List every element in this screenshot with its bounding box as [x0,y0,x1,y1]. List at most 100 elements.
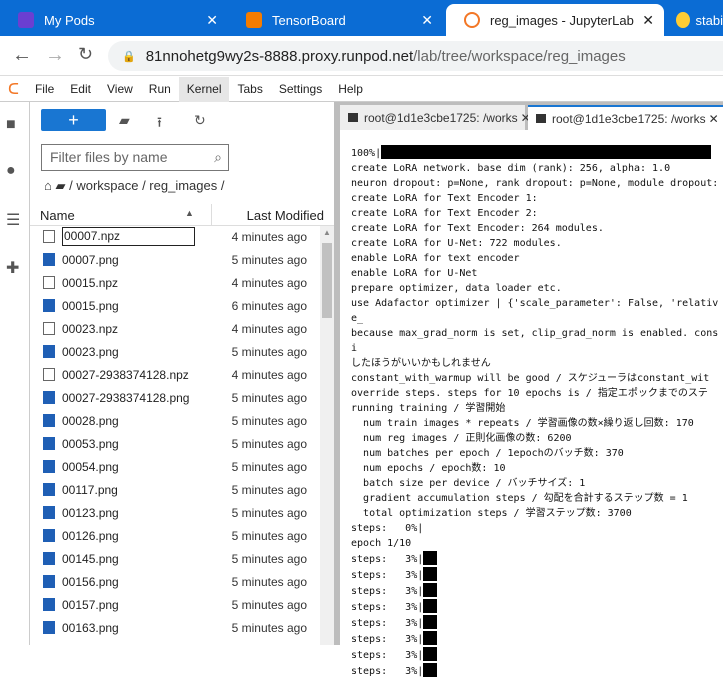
sort-ascending-icon: ▲ [185,208,194,218]
file-icon [43,230,55,243]
file-name: 00027-2938374128.npz [62,368,189,382]
terminal-line: constant_with_warmup will be good / スケジュ… [351,373,710,384]
menu-edit[interactable]: Edit [62,77,99,102]
file-row[interactable]: 00054.png 5 minutes ago [30,456,320,479]
menu-file[interactable]: File [27,77,62,102]
file-row[interactable]: 00145.png 5 minutes ago [30,548,320,571]
terminal-panel: root@1d1e3cbe1725: /works ✕ root@1d1e3cbe… [340,102,723,677]
file-icon [43,368,55,381]
new-folder-icon[interactable]: ▰ [119,112,130,129]
file-list-scrollbar[interactable]: ▲ [320,226,334,645]
file-name: 00145.png [62,552,119,566]
home-icon[interactable]: ⌂ [44,178,52,193]
browser-tab-stabi[interactable]: stabi [666,4,723,36]
file-row[interactable]: 00157.png 5 minutes ago [30,594,320,617]
column-name[interactable]: Name [40,208,75,223]
close-tab-icon[interactable]: ✕ [642,12,654,29]
browser-tab-my-pods[interactable]: My Pods ✕ [0,4,228,36]
terminal-line: steps: 3%| [351,647,721,663]
filter-input[interactable]: Filter files by name ⌕ [41,144,229,171]
file-modified: 5 minutes ago [231,483,307,497]
terminal-line: steps: 3%| [351,615,721,631]
terminal-output[interactable]: 100%| create LoRA network. base dim (rank… [351,145,721,679]
file-row[interactable]: 00117.png 5 minutes ago [30,479,320,502]
running-icon[interactable]: ● [6,162,16,180]
progress-bar [423,615,438,629]
menu-settings[interactable]: Settings [271,77,330,102]
menu-help[interactable]: Help [330,77,371,102]
menu-run[interactable]: Run [141,77,179,102]
terminal-tab-2[interactable]: root@1d1e3cbe1725: /works ✕ [528,105,723,130]
jupyter-icon [464,12,480,28]
terminal-line: enable LoRA for U-Net [351,268,478,279]
file-modified: 5 minutes ago [231,391,307,405]
progress-bar [423,599,438,613]
terminal-tab-1[interactable]: root@1d1e3cbe1725: /works ✕ [340,105,531,130]
terminal-line: create LoRA for U-Net: 722 modules. [351,238,562,249]
file-modified: 6 minutes ago [231,299,307,313]
file-row[interactable]: 00015.png 6 minutes ago [30,295,320,318]
image-file-icon [43,598,55,611]
file-modified: 5 minutes ago [231,598,307,612]
new-launcher-button[interactable]: + [41,109,106,131]
close-tab-icon[interactable]: ✕ [206,12,218,29]
file-row[interactable]: 00007.npz 4 minutes ago [30,226,320,249]
file-row[interactable]: 00156.png 5 minutes ago [30,571,320,594]
terminal-tab-bar: root@1d1e3cbe1725: /works ✕ root@1d1e3cbe… [340,102,723,130]
file-list: 00007.npz 4 minutes ago 00007.png 5 minutes… [30,226,320,640]
progress-bar [423,583,438,597]
scrollbar-thumb[interactable] [322,243,332,318]
file-modified: 4 minutes ago [231,368,307,382]
terminal-icon [536,114,546,123]
search-icon: ⌕ [214,149,222,165]
file-name[interactable]: 00007.npz [62,227,195,246]
file-row[interactable]: 00053.png 5 minutes ago [30,433,320,456]
terminal-line: したほうがいいかもしれません [351,358,491,369]
close-icon[interactable]: ✕ [709,112,719,126]
folder-icon[interactable]: ▰ [55,178,65,193]
upload-icon[interactable]: ⭱ [157,112,162,136]
file-row[interactable]: 00007.png 5 minutes ago [30,249,320,272]
forward-icon[interactable]: → [45,44,65,67]
extension-icon[interactable]: ✚ [6,258,19,278]
url-bar[interactable]: 🔒 81nnohetg9wy2s-8888.proxy.runpod.net/la… [108,41,723,71]
refresh-icon[interactable]: ↻ [194,112,206,129]
reload-icon[interactable]: ↻ [78,44,93,65]
close-tab-icon[interactable]: ✕ [421,12,433,29]
file-row[interactable]: 00023.npz 4 minutes ago [30,318,320,341]
terminal-line: batch size per device / バッチサイズ: 1 [351,478,586,489]
image-file-icon [43,460,55,473]
file-row[interactable]: 00163.png 5 minutes ago [30,617,320,640]
folder-icon[interactable]: ■ [6,116,16,134]
file-row[interactable]: 00027-2938374128.png 5 minutes ago [30,387,320,410]
terminal-line: steps: 3%| [351,551,721,567]
browser-tab-jupyterlab[interactable]: reg_images - JupyterLab ✕ [446,4,664,36]
terminal-line: create LoRA for Text Encoder: 264 module… [351,223,604,234]
file-modified: 5 minutes ago [231,621,307,635]
file-name: 00156.png [62,575,119,589]
file-row[interactable]: 00123.png 5 minutes ago [30,502,320,525]
file-modified: 5 minutes ago [231,345,307,359]
file-row[interactable]: 00126.png 5 minutes ago [30,525,320,548]
menu-kernel[interactable]: Kernel [178,76,230,102]
scroll-up-icon[interactable]: ▲ [323,228,331,237]
file-name: 00157.png [62,598,119,612]
file-row[interactable]: 00023.png 5 minutes ago [30,341,320,364]
image-file-icon [43,621,55,634]
file-modified: 5 minutes ago [231,460,307,474]
file-row[interactable]: 00027-2938374128.npz 4 minutes ago [30,364,320,387]
toc-icon[interactable]: ☰ [6,210,20,230]
terminal-line: neuron dropout: p=None, rank dropout: p=… [351,178,719,189]
terminal-line: create LoRA for Text Encoder 2: [351,208,538,219]
menu-view[interactable]: View [99,77,141,102]
menu-tabs[interactable]: Tabs [229,77,270,102]
browser-tab-tensorboard[interactable]: TensorBoard ✕ [228,4,443,36]
file-name: 00027-2938374128.png [62,391,190,405]
image-file-icon [43,529,55,542]
back-icon[interactable]: ← [12,44,32,67]
column-last-modified[interactable]: Last Modified [247,208,324,223]
file-row[interactable]: 00028.png 5 minutes ago [30,410,320,433]
image-file-icon [43,391,55,404]
terminal-line: epoch 1/10 [351,538,412,549]
file-row[interactable]: 00015.npz 4 minutes ago [30,272,320,295]
